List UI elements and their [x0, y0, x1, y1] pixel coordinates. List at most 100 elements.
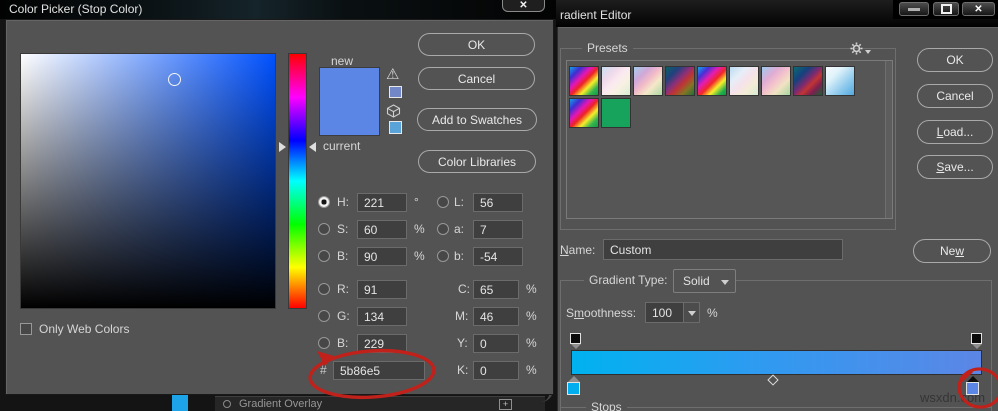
hue-slider[interactable] [288, 53, 307, 309]
toggle-icon [223, 400, 231, 408]
layer-style-item-label: Gradient Overlay [239, 398, 323, 410]
r-radio[interactable] [318, 283, 330, 295]
opacity-stop-right-square [971, 333, 982, 344]
l-input[interactable] [473, 193, 523, 212]
plus-icon[interactable]: + [499, 399, 512, 410]
l-label: L: [454, 195, 465, 209]
opacity-stop-left-square [570, 333, 581, 344]
color-stop-left[interactable] [567, 376, 580, 396]
preset-thumbnail[interactable] [569, 66, 599, 96]
lab-b-radio[interactable] [437, 250, 449, 262]
gradient-bar[interactable] [571, 350, 982, 375]
ge-cancel-button[interactable]: Cancel [917, 84, 993, 108]
b2-input[interactable] [357, 334, 407, 353]
preset-thumbnail[interactable] [665, 66, 695, 96]
preset-thumbnail[interactable] [569, 98, 599, 128]
add-to-swatches-button[interactable]: Add to Swatches [417, 108, 537, 131]
hex-input[interactable] [333, 361, 425, 380]
a-input[interactable] [473, 220, 523, 239]
gradient-type-select[interactable]: Solid [673, 269, 736, 293]
gradient-type-value: Solid [683, 274, 710, 288]
h-unit: ° [414, 195, 419, 209]
close-button[interactable]: ✕ [502, 0, 545, 12]
s-unit: % [414, 222, 425, 236]
gamut-warning-icon[interactable]: ⚠ [386, 67, 399, 83]
gradient-editor-dialog: radient Editor ✕ Presets OK Cancel L oad… [556, 0, 998, 411]
stops-label: Stops [586, 400, 627, 411]
only-web-colors-label: Only Web Colors [39, 322, 130, 336]
s-radio[interactable] [318, 223, 330, 235]
y-unit: % [526, 336, 537, 350]
current-label: current [323, 139, 361, 153]
h-radio[interactable] [318, 196, 330, 208]
ok-button[interactable]: OK [418, 33, 535, 56]
preset-thumbnail[interactable] [729, 66, 759, 96]
new-button[interactable]: Ne w [913, 239, 991, 263]
preset-thumbnail[interactable] [601, 98, 631, 128]
l-radio[interactable] [437, 196, 449, 208]
cancel-button[interactable]: Cancel [418, 67, 535, 90]
preset-thumbnail[interactable] [793, 66, 823, 96]
b2-radio[interactable] [318, 337, 330, 349]
r-input[interactable] [357, 280, 407, 299]
smoothness-label: Smoothness: [566, 306, 637, 320]
ge-load-button[interactable]: Load... [917, 120, 993, 144]
new-current-swatch [319, 67, 380, 136]
presets-scrollbar[interactable] [885, 61, 892, 218]
window-close-icon: ✕ [974, 3, 983, 15]
ge-save-button[interactable]: Save... [917, 155, 993, 179]
lab-b-label: b: [454, 249, 465, 263]
ge-ok-button[interactable]: OK [917, 48, 993, 72]
b-input[interactable] [357, 247, 407, 266]
g-input[interactable] [357, 307, 407, 326]
hue-slider-arrow-left[interactable] [279, 142, 286, 152]
k-unit: % [526, 363, 537, 377]
opacity-stop-left-arrow [570, 344, 581, 349]
smoothness-caret-icon [688, 311, 696, 316]
b-label: B: [337, 249, 349, 263]
b-unit: % [414, 249, 425, 263]
hue-slider-arrow-right[interactable] [309, 142, 316, 152]
layer-style-row[interactable]: Gradient Overlay + [215, 396, 545, 411]
restore-button[interactable] [933, 2, 959, 16]
smoothness-input[interactable] [645, 302, 684, 323]
lab-b-input[interactable] [473, 247, 523, 266]
only-web-colors-checkbox[interactable] [20, 323, 32, 335]
g-radio[interactable] [318, 310, 330, 322]
h-input[interactable] [357, 193, 407, 212]
b-radio[interactable] [318, 250, 330, 262]
smoothness-dropdown[interactable] [683, 302, 700, 323]
color-libraries-button[interactable]: Color Libraries [418, 150, 536, 173]
name-input[interactable] [603, 239, 843, 260]
y-input[interactable] [473, 334, 519, 353]
b2-label: B: [337, 336, 349, 350]
plus-glyph: + [502, 399, 509, 409]
presets-menu-gear[interactable] [850, 42, 863, 55]
a-radio[interactable] [437, 223, 449, 235]
preset-thumbnail[interactable] [633, 66, 663, 96]
opacity-stop-right[interactable] [970, 333, 983, 350]
web-cube-icon[interactable] [386, 104, 401, 118]
gamut-color-swatch[interactable] [389, 86, 402, 98]
color-field-marker[interactable] [168, 73, 181, 86]
watermark-text: wsxdn.com [920, 390, 986, 405]
k-input[interactable] [473, 361, 519, 380]
s-input[interactable] [357, 220, 407, 239]
presets-label: Presets [582, 41, 633, 55]
preset-thumbnails [569, 66, 863, 128]
restore-icon [940, 4, 952, 14]
preset-thumbnail[interactable] [825, 66, 855, 96]
preset-thumbnail[interactable] [697, 66, 727, 96]
minimize-button[interactable] [899, 2, 929, 16]
smoothness-unit: % [707, 306, 718, 320]
c-label: C: [458, 282, 470, 296]
web-color-swatch[interactable] [389, 121, 402, 134]
c-input[interactable] [473, 280, 519, 299]
color-field[interactable] [20, 53, 276, 309]
window-close-button[interactable]: ✕ [962, 2, 995, 16]
m-input[interactable] [473, 307, 519, 326]
preset-thumbnail[interactable] [761, 66, 791, 96]
preset-thumbnail[interactable] [601, 66, 631, 96]
c-unit: % [526, 282, 537, 296]
opacity-stop-left[interactable] [569, 333, 582, 350]
